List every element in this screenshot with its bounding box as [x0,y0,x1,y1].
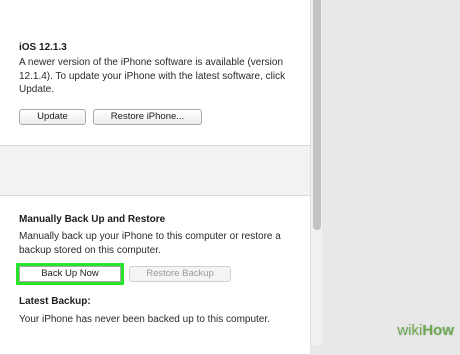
backup-description: Manually back up your iPhone to this com… [19,231,281,256]
software-panel: iOS 12.1.3 A newer version of the iPhone… [0,0,310,146]
main-content: iOS 12.1.3 A newer version of the iPhone… [0,0,310,355]
watermark-wiki: wiki [397,322,423,339]
wikihow-logo: wikiHow [397,322,454,339]
scrollbar-thumb[interactable] [313,0,321,230]
software-version-title: iOS 12.1.3 [19,42,67,53]
restore-backup-button[interactable]: Restore Backup [129,266,231,282]
watermark-how: How [422,322,454,339]
latest-backup-title: Latest Backup: [19,296,91,307]
side-area [322,0,460,345]
backup-section-title: Manually Back Up and Restore [19,214,166,225]
software-update-description: A newer version of the iPhone software i… [19,57,286,95]
back-up-now-button[interactable]: Back Up Now [16,263,124,285]
update-button[interactable]: Update [19,109,86,125]
backup-panel: Manually Back Up and Restore Manually ba… [0,195,310,355]
restore-iphone-button[interactable]: Restore iPhone... [93,109,202,125]
vertical-scrollbar[interactable] [310,0,322,345]
latest-backup-text: Your iPhone has never been backed up to … [19,314,270,325]
